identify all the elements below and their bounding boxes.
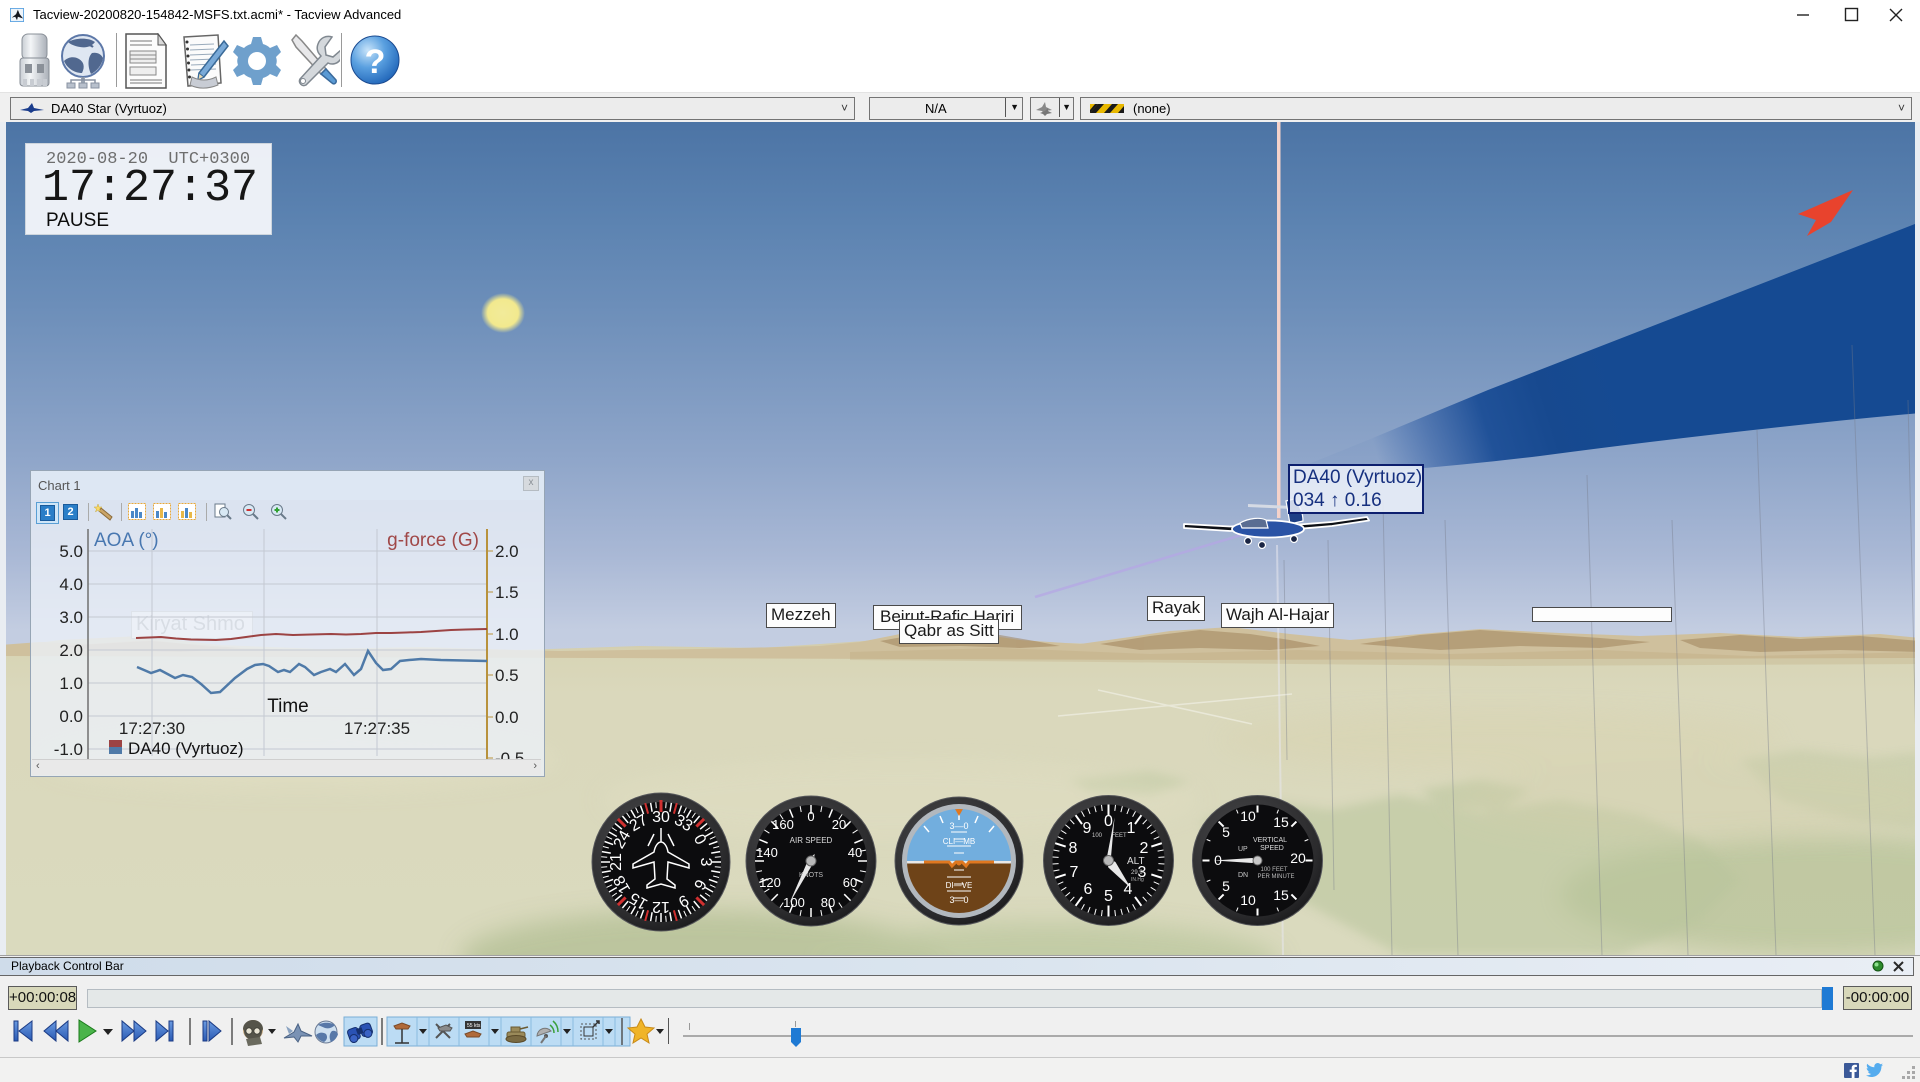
svg-text:30: 30	[652, 809, 670, 826]
svg-text:0: 0	[807, 809, 814, 824]
svg-text:3—0: 3—0	[949, 895, 968, 905]
svg-text:g-force (G): g-force (G)	[387, 530, 479, 551]
svg-text:2.0: 2.0	[495, 542, 519, 561]
svg-text:1: 1	[1127, 820, 1136, 837]
svg-text:15: 15	[1273, 814, 1289, 830]
svg-text:120: 120	[759, 875, 781, 890]
svg-text:5: 5	[1104, 888, 1113, 905]
svg-text:0.0: 0.0	[59, 707, 83, 726]
svg-text:5.0: 5.0	[59, 542, 83, 561]
svg-text:CLI—MB: CLI—MB	[943, 837, 975, 846]
svg-text:10: 10	[1240, 892, 1256, 908]
svg-text:VERTICAL: VERTICAL	[1253, 837, 1287, 844]
svg-text:SPEED: SPEED	[1260, 845, 1284, 852]
svg-text:UP: UP	[1238, 846, 1248, 853]
svg-text:1.0: 1.0	[59, 674, 83, 693]
svg-text:100: 100	[1092, 833, 1103, 839]
svg-text:0.5: 0.5	[495, 666, 519, 685]
svg-text:7: 7	[1070, 864, 1079, 881]
svg-text:2.0: 2.0	[59, 641, 83, 660]
svg-text:10: 10	[1240, 808, 1256, 824]
svg-text:8: 8	[1069, 840, 1078, 857]
svg-text:21: 21	[608, 853, 625, 871]
svg-text:17:27:30: 17:27:30	[119, 719, 185, 738]
svg-text:PER MINUTE: PER MINUTE	[1257, 874, 1294, 880]
svg-text:100 FEET: 100 FEET	[1260, 867, 1287, 873]
svg-text:20: 20	[832, 817, 846, 832]
svg-text:29.9: 29.9	[1131, 870, 1143, 876]
svg-text:5: 5	[1222, 824, 1230, 840]
svg-text:AIR SPEED: AIR SPEED	[790, 836, 833, 845]
svg-text:-1.0: -1.0	[54, 740, 83, 759]
svg-text:15: 15	[1273, 887, 1289, 903]
svg-text:9: 9	[1083, 820, 1092, 837]
svg-text:160: 160	[772, 817, 794, 832]
svg-text:5: 5	[1222, 878, 1230, 894]
svg-text:60: 60	[843, 875, 857, 890]
svg-text:AOA (°): AOA (°)	[94, 530, 159, 551]
svg-text:?: ?	[365, 43, 386, 81]
svg-text:80: 80	[821, 895, 835, 910]
svg-text:IN.Hg: IN.Hg	[1131, 877, 1144, 883]
svg-text:3.0: 3.0	[59, 608, 83, 627]
svg-text:0: 0	[1214, 852, 1222, 868]
svg-text:12: 12	[652, 898, 670, 915]
svg-text:0: 0	[1104, 813, 1113, 830]
svg-text:55 kts: 55 kts	[467, 1023, 481, 1029]
svg-text:1.0: 1.0	[495, 625, 519, 644]
svg-text:ALT: ALT	[1127, 856, 1145, 867]
svg-text:17:27:35: 17:27:35	[344, 719, 410, 738]
svg-text:100: 100	[783, 895, 805, 910]
svg-text:40: 40	[848, 845, 862, 860]
svg-text:DN: DN	[1238, 872, 1248, 879]
svg-text:2: 2	[1140, 840, 1149, 857]
svg-text:140: 140	[756, 845, 778, 860]
svg-text:0.0: 0.0	[495, 708, 519, 727]
svg-text:20: 20	[1290, 850, 1306, 866]
svg-text:4.0: 4.0	[59, 575, 83, 594]
svg-text:3—0: 3—0	[949, 821, 968, 831]
svg-text:DA40 (Vyrtuoz): DA40 (Vyrtuoz)	[128, 739, 244, 758]
svg-text:Time: Time	[267, 696, 309, 717]
svg-text:1.5: 1.5	[495, 583, 519, 602]
svg-text:3: 3	[697, 858, 714, 867]
svg-text:DI—VE: DI—VE	[946, 881, 973, 890]
svg-text:6: 6	[1084, 881, 1093, 898]
svg-text:FEET: FEET	[1111, 833, 1127, 839]
